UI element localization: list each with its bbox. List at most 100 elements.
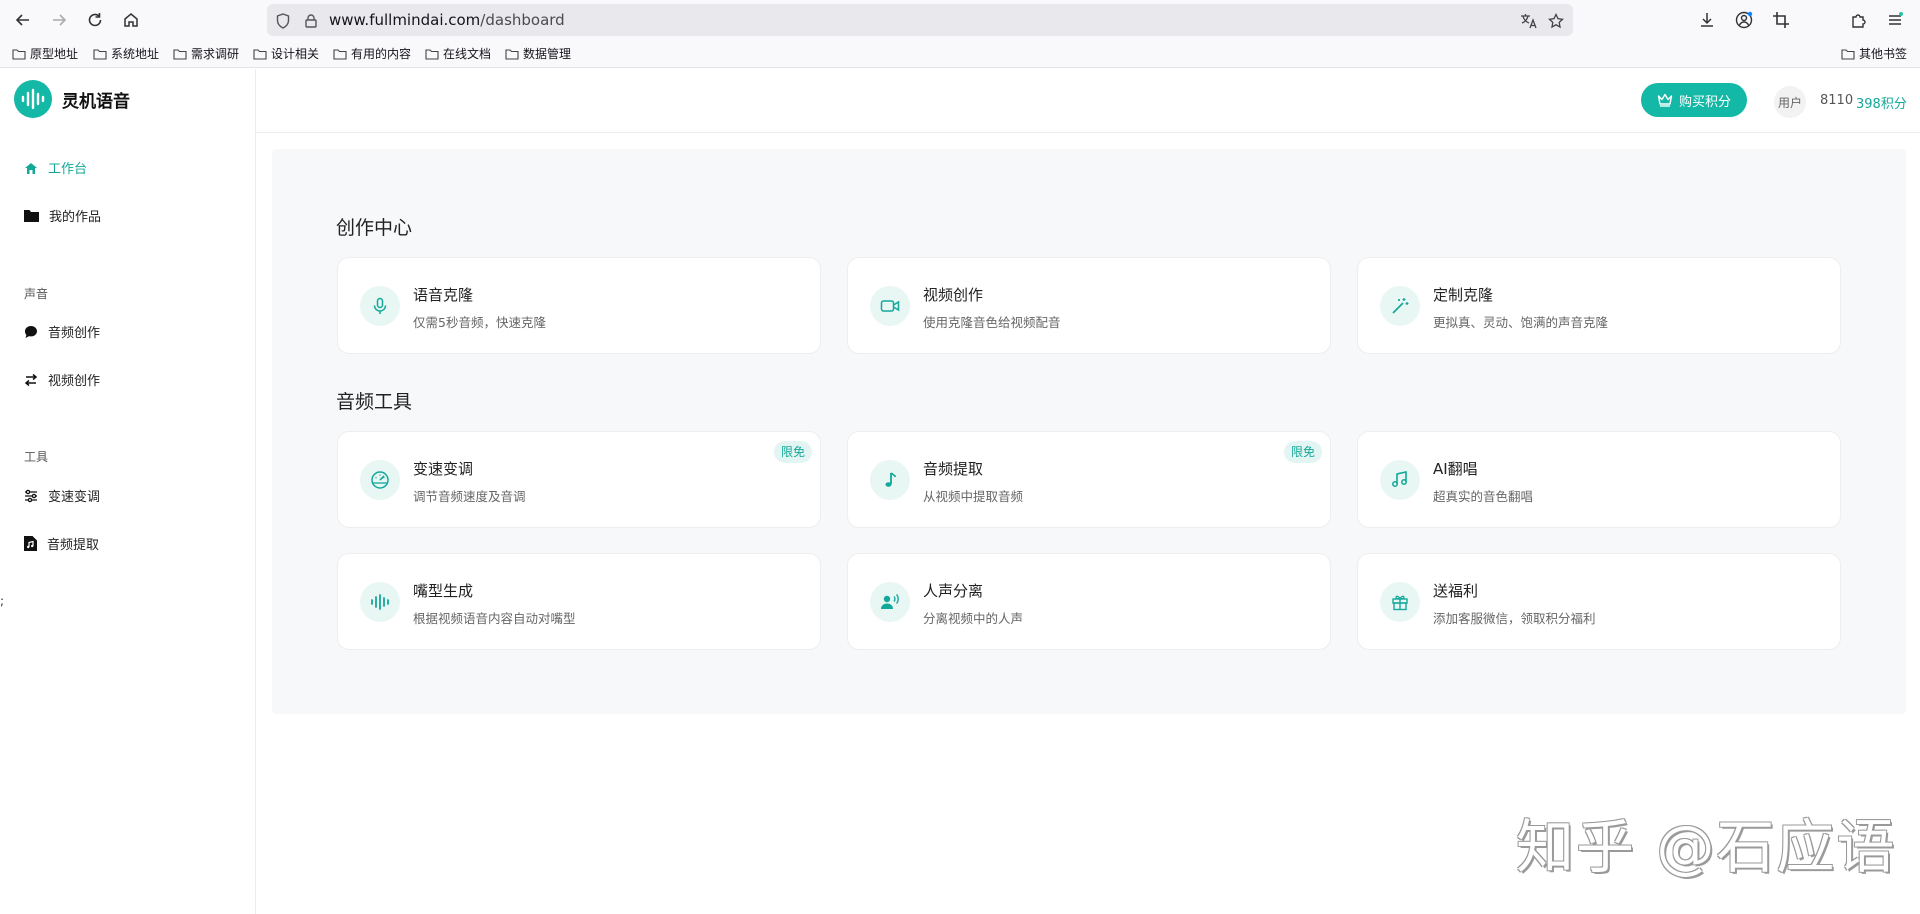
reload-button[interactable] <box>84 9 106 31</box>
back-button[interactable] <box>12 9 34 31</box>
chat-bubble-icon <box>25 325 37 338</box>
bookmark-folder[interactable]: 系统地址 <box>93 45 159 62</box>
menu-button[interactable] <box>1884 9 1906 31</box>
user-id: 8110 <box>1820 93 1854 108</box>
bookmark-folder[interactable]: 需求调研 <box>173 45 239 62</box>
home-button[interactable] <box>120 9 142 31</box>
card-gift[interactable]: 送福利 添加客服微信，领取积分福利 <box>1357 553 1841 650</box>
screenshot-button[interactable] <box>1770 9 1792 31</box>
card-title: 定制克隆 <box>1433 286 1494 304</box>
url-text[interactable]: www.fullmindai.com/dashboard <box>329 11 565 29</box>
bookmark-label: 设计相关 <box>271 47 320 61</box>
sidebar-item-speed-pitch[interactable]: 变速变调 <box>24 486 100 505</box>
bookmark-label: 有用的内容 <box>351 47 412 61</box>
free-badge: 限免 <box>773 441 812 463</box>
folder-icon <box>12 48 26 60</box>
card-video-create[interactable]: 视频创作 使用克隆音色给视频配音 <box>847 257 1331 354</box>
sidebar-item-audio-create[interactable]: 音频创作 <box>24 322 100 341</box>
bookmark-folder[interactable]: 设计相关 <box>253 45 319 62</box>
sidebar: 灵机语音 工作台 我的作品 声音 音频创作 视频创作 工具 变速变调 音频提取 <box>0 69 256 914</box>
card-description: 仅需5秒音频，快速克隆 <box>413 315 546 330</box>
sidebar-item-label: 音频提取 <box>47 538 100 553</box>
gauge-icon <box>360 460 400 500</box>
waveform-icon <box>360 582 400 622</box>
microphone-icon <box>360 286 400 326</box>
sidebar-item-label: 视频创作 <box>48 374 101 389</box>
account-icon <box>1735 11 1753 29</box>
swap-arrows-icon <box>24 373 38 386</box>
sidebar-group-voice: 声音 <box>24 287 49 301</box>
sidebar-item-video-create[interactable]: 视频创作 <box>24 370 100 389</box>
card-ai-cover[interactable]: AI翻唱 超真实的音色翻唱 <box>1357 431 1841 528</box>
sidebar-item-audio-extract[interactable]: 音频提取 <box>24 534 99 553</box>
shield-icon[interactable] <box>275 13 291 29</box>
arrow-left-icon <box>15 14 29 26</box>
watermark: 知乎 @石应语 <box>1516 813 1897 881</box>
card-title: 人声分离 <box>923 582 984 600</box>
url-path: /dashboard <box>480 11 565 29</box>
music-notes-icon <box>1380 460 1420 500</box>
reload-icon <box>88 13 102 27</box>
translate-icon[interactable] <box>1520 13 1538 29</box>
downloads-button[interactable] <box>1696 9 1718 31</box>
other-bookmarks[interactable]: 其他书签 <box>1841 45 1907 62</box>
sidebar-item-label: 变速变调 <box>48 490 101 505</box>
bookmark-folder[interactable]: 在线文档 <box>425 45 491 62</box>
bookmark-label: 系统地址 <box>111 47 160 61</box>
bookmark-label: 其他书签 <box>1859 47 1908 61</box>
top-header: 购买积分 用户 8110 398积分 <box>256 69 1920 133</box>
bookmark-folder[interactable]: 有用的内容 <box>333 45 411 62</box>
audio-file-icon <box>24 536 37 551</box>
buy-points-button[interactable]: 购买积分 <box>1641 83 1747 117</box>
card-description: 调节音频速度及音调 <box>413 489 526 504</box>
card-vocal-separation[interactable]: 人声分离 分离视频中的人声 <box>847 553 1331 650</box>
card-title: 变速变调 <box>413 460 474 478</box>
download-icon <box>1701 13 1713 27</box>
voice-user-icon <box>870 582 910 622</box>
address-bar[interactable]: www.fullmindai.com/dashboard <box>267 4 1573 36</box>
magic-wand-icon <box>1380 286 1420 326</box>
folder-icon <box>425 48 439 60</box>
card-custom-clone[interactable]: 定制克隆 更拟真、灵动、饱满的声音克隆 <box>1357 257 1841 354</box>
avatar[interactable]: 用户 <box>1774 86 1806 118</box>
card-title: 视频创作 <box>923 286 984 304</box>
arrow-right-icon <box>53 14 67 26</box>
sidebar-item-label: 音频创作 <box>48 326 101 341</box>
hamburger-icon <box>1889 12 1903 25</box>
home-icon <box>124 13 138 27</box>
card-title: 音频提取 <box>923 460 984 478</box>
card-lip-sync[interactable]: 嘴型生成 根据视频语音内容自动对嘴型 <box>337 553 821 650</box>
folder-icon <box>1841 48 1855 60</box>
star-icon[interactable] <box>1548 13 1564 29</box>
folder-icon <box>253 48 267 60</box>
account-button[interactable] <box>1733 9 1755 31</box>
card-speed-pitch[interactable]: 变速变调 调节音频速度及音调 限免 <box>337 431 821 528</box>
url-host: www.fullmindai.com <box>329 11 481 29</box>
card-voice-clone[interactable]: 语音克隆 仅需5秒音频，快速克隆 <box>337 257 821 354</box>
dashboard-panel: 创作中心 语音克隆 仅需5秒音频，快速克隆 视频创作 使用克隆音色给视频配音 定… <box>272 149 1906 714</box>
card-audio-extract[interactable]: 音频提取 从视频中提取音频 限免 <box>847 431 1331 528</box>
points-balance[interactable]: 398积分 <box>1856 93 1907 112</box>
folder-icon <box>24 210 39 222</box>
extensions-button[interactable] <box>1848 9 1870 31</box>
bookmark-label: 在线文档 <box>443 47 492 61</box>
home-icon <box>25 162 37 174</box>
card-description: 使用克隆音色给视频配音 <box>923 315 1061 330</box>
folder-icon <box>173 48 187 60</box>
bookmarks-bar: 原型地址 系统地址 需求调研 设计相关 有用的内容 在线文档 数据管理 其他书签 <box>0 40 1920 68</box>
card-description: 添加客服微信，领取积分福利 <box>1433 611 1596 626</box>
free-badge: 限免 <box>1283 441 1322 463</box>
app-logo[interactable]: 灵机语音 <box>14 80 130 118</box>
card-description: 根据视频语音内容自动对嘴型 <box>413 611 576 626</box>
puzzle-icon <box>1852 14 1866 28</box>
lock-icon[interactable] <box>303 13 319 29</box>
bookmark-folder[interactable]: 数据管理 <box>505 45 571 62</box>
bookmark-folder[interactable]: 原型地址 <box>12 45 78 62</box>
sidebar-item-workbench[interactable]: 工作台 <box>24 158 87 177</box>
browser-toolbar: www.fullmindai.com/dashboard <box>0 0 1920 40</box>
stray-character: ; <box>0 594 5 608</box>
section-title-creation: 创作中心 <box>336 217 413 239</box>
sidebar-item-my-works[interactable]: 我的作品 <box>24 206 101 225</box>
forward-button[interactable] <box>48 9 70 31</box>
app-name: 灵机语音 <box>62 91 130 112</box>
